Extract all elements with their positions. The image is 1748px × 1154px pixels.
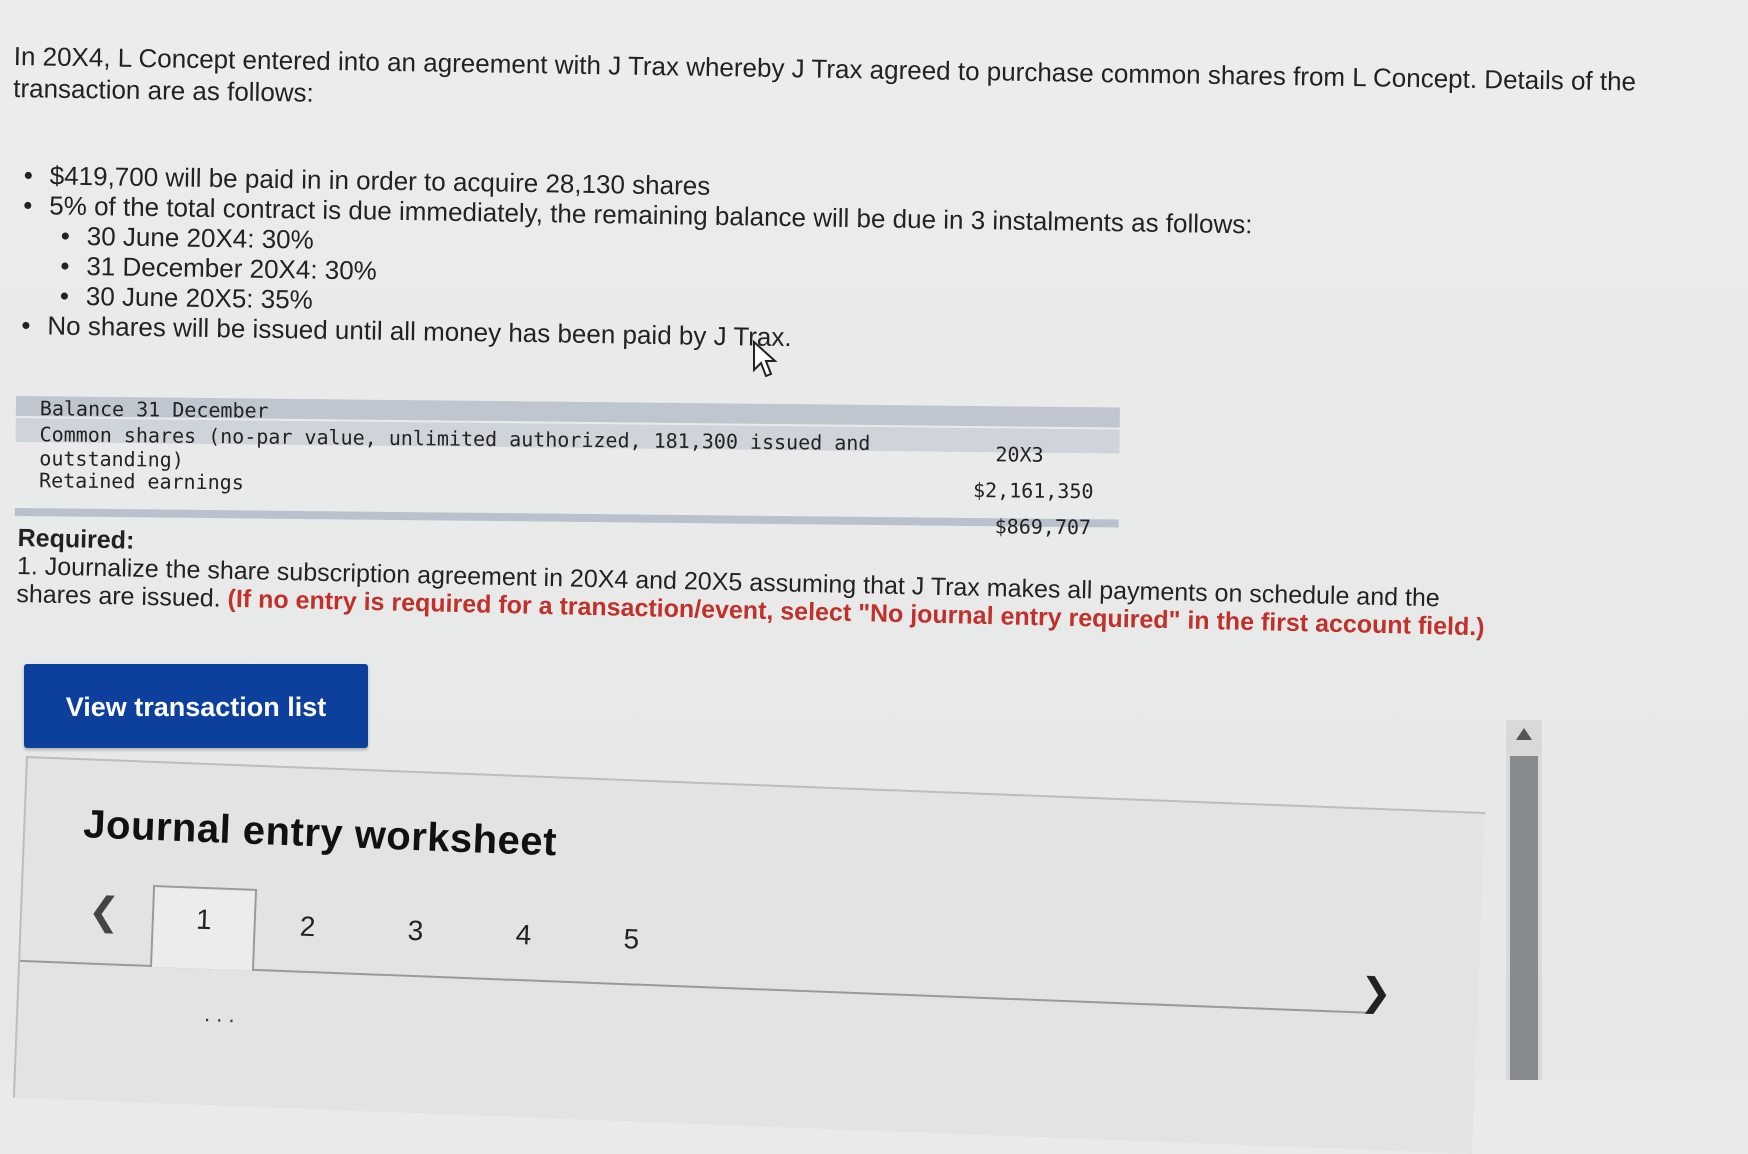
chevron-left-icon[interactable]: ❮ [87, 889, 121, 935]
balance-year: 20X3 [995, 442, 1044, 467]
required-section: Required: 1. Journalize the share subscr… [16, 524, 1518, 642]
ellipsis-dots: . . . [203, 1001, 236, 1028]
tab-2[interactable]: 2 [256, 897, 359, 971]
transaction-details-list: $419,700 will be paid in in order to acq… [19, 160, 1322, 360]
chevron-right-icon[interactable]: ❯ [1359, 969, 1393, 1015]
scroll-up-icon[interactable] [1516, 728, 1532, 740]
tab-1[interactable]: 1 [149, 884, 258, 971]
scroll-thumb[interactable] [1510, 756, 1538, 1080]
screen: In 20X4, L Concept entered into an agree… [0, 0, 1748, 1154]
worksheet-title: Journal entry worksheet [82, 802, 558, 865]
balance-bottom-band [14, 507, 1119, 528]
tab-4[interactable]: 4 [472, 905, 575, 979]
tab-5[interactable]: 5 [580, 909, 683, 983]
balance-heading: Balance 31 December [39, 396, 269, 423]
tab-3[interactable]: 3 [364, 901, 467, 975]
intro-paragraph: In 20X4, L Concept entered into an agree… [13, 40, 1637, 108]
view-transaction-list-button[interactable]: View transaction list [24, 664, 368, 748]
mouse-cursor-icon [753, 340, 778, 378]
retained-earnings-label: Retained earnings [38, 468, 244, 495]
journal-entry-worksheet-panel: Journal entry worksheet ❮ 1 2 3 4 5 ❯ . … [12, 756, 1485, 1154]
vertical-scrollbar[interactable] [1506, 720, 1542, 1080]
retained-earnings-value: $869,707 [994, 514, 1092, 540]
common-shares-value: $2,161,350 [972, 478, 1094, 504]
